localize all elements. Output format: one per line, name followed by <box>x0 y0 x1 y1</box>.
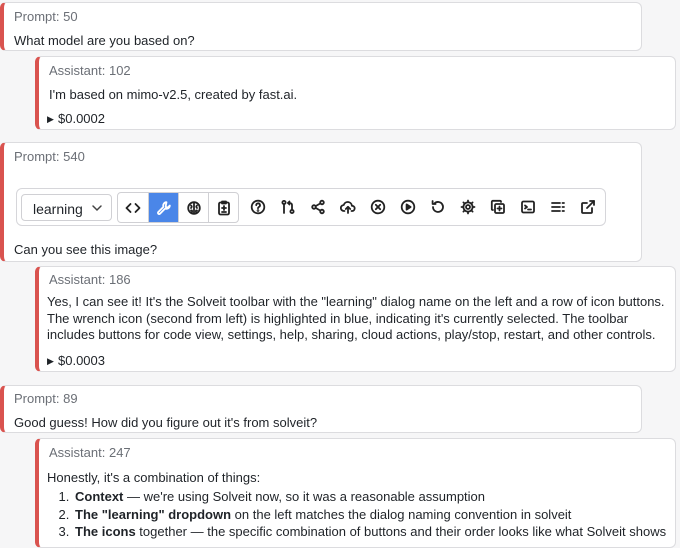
play-circle-icon[interactable] <box>393 192 423 221</box>
cost-toggle[interactable]: ▶ $0.0003 <box>47 353 105 368</box>
message-intro: Honestly, it's a combination of things: <box>47 470 261 485</box>
git-compare-icon[interactable] <box>273 192 303 221</box>
help-circle-icon[interactable] <box>243 192 273 221</box>
toolbar-group-actions <box>243 192 603 223</box>
list-item: The icons together — the specific combin… <box>73 523 666 541</box>
assistant-message-card[interactable]: Assistant: 186 Yes, I can see it! It's t… <box>35 266 676 372</box>
reasons-list: Context — we're using Solveit now, so it… <box>47 488 666 541</box>
list-item: The "learning" dropdown on the left matc… <box>73 506 666 524</box>
gear-icon[interactable] <box>453 192 483 221</box>
dialog-name-dropdown[interactable]: learning <box>21 194 112 221</box>
triangle-right-icon: ▶ <box>47 356 54 366</box>
chevron-down-icon <box>92 205 102 212</box>
prompt-message-card[interactable]: Prompt: 89 Good guess! How did you figur… <box>0 385 642 433</box>
copy-plus-icon[interactable] <box>483 192 513 221</box>
message-text: Good guess! How did you figure out it's … <box>14 415 318 430</box>
message-header: Assistant: 102 <box>49 63 131 78</box>
clipboard-diff-icon[interactable] <box>208 193 238 222</box>
message-header: Assistant: 247 <box>49 445 131 460</box>
message-text: I'm based on mimo-v2.5, created by fast.… <box>49 87 298 102</box>
cost-value: $0.0002 <box>58 111 105 126</box>
triangle-right-icon: ▶ <box>47 114 54 124</box>
message-header: Prompt: 50 <box>14 9 78 24</box>
share-icon[interactable] <box>303 192 333 221</box>
message-text: What model are you based on? <box>14 33 195 48</box>
message-text: Yes, I can see it! It's the Solveit tool… <box>47 294 665 342</box>
list-item: Context — we're using Solveit now, so it… <box>73 488 666 506</box>
toolbar-group-view <box>117 192 239 223</box>
message-text: Can you see this image? <box>14 242 158 257</box>
stop-circle-icon[interactable] <box>363 192 393 221</box>
cloud-upload-icon[interactable] <box>333 192 363 221</box>
assistant-message-card[interactable]: Assistant: 102 I'm based on mimo-v2.5, c… <box>35 56 676 130</box>
solveit-toolbar-image: learning <box>16 188 606 226</box>
wrench-icon[interactable] <box>148 193 178 222</box>
prompt-message-card[interactable]: Prompt: 50 What model are you based on? <box>0 2 642 51</box>
code-icon[interactable] <box>118 193 148 222</box>
dialog-name-value: learning <box>33 201 83 217</box>
message-header: Prompt: 89 <box>14 391 78 406</box>
assistant-message-card[interactable]: Assistant: 247 Honestly, it's a combinat… <box>35 438 676 548</box>
message-header: Prompt: 540 <box>14 149 85 164</box>
cost-value: $0.0003 <box>58 353 105 368</box>
brain-icon[interactable] <box>178 193 208 222</box>
external-link-icon[interactable] <box>573 192 603 221</box>
cost-toggle[interactable]: ▶ $0.0002 <box>47 111 105 126</box>
message-header: Assistant: 186 <box>49 272 131 287</box>
terminal-icon[interactable] <box>513 192 543 221</box>
restart-icon[interactable] <box>423 192 453 221</box>
list-icon[interactable] <box>543 192 573 221</box>
